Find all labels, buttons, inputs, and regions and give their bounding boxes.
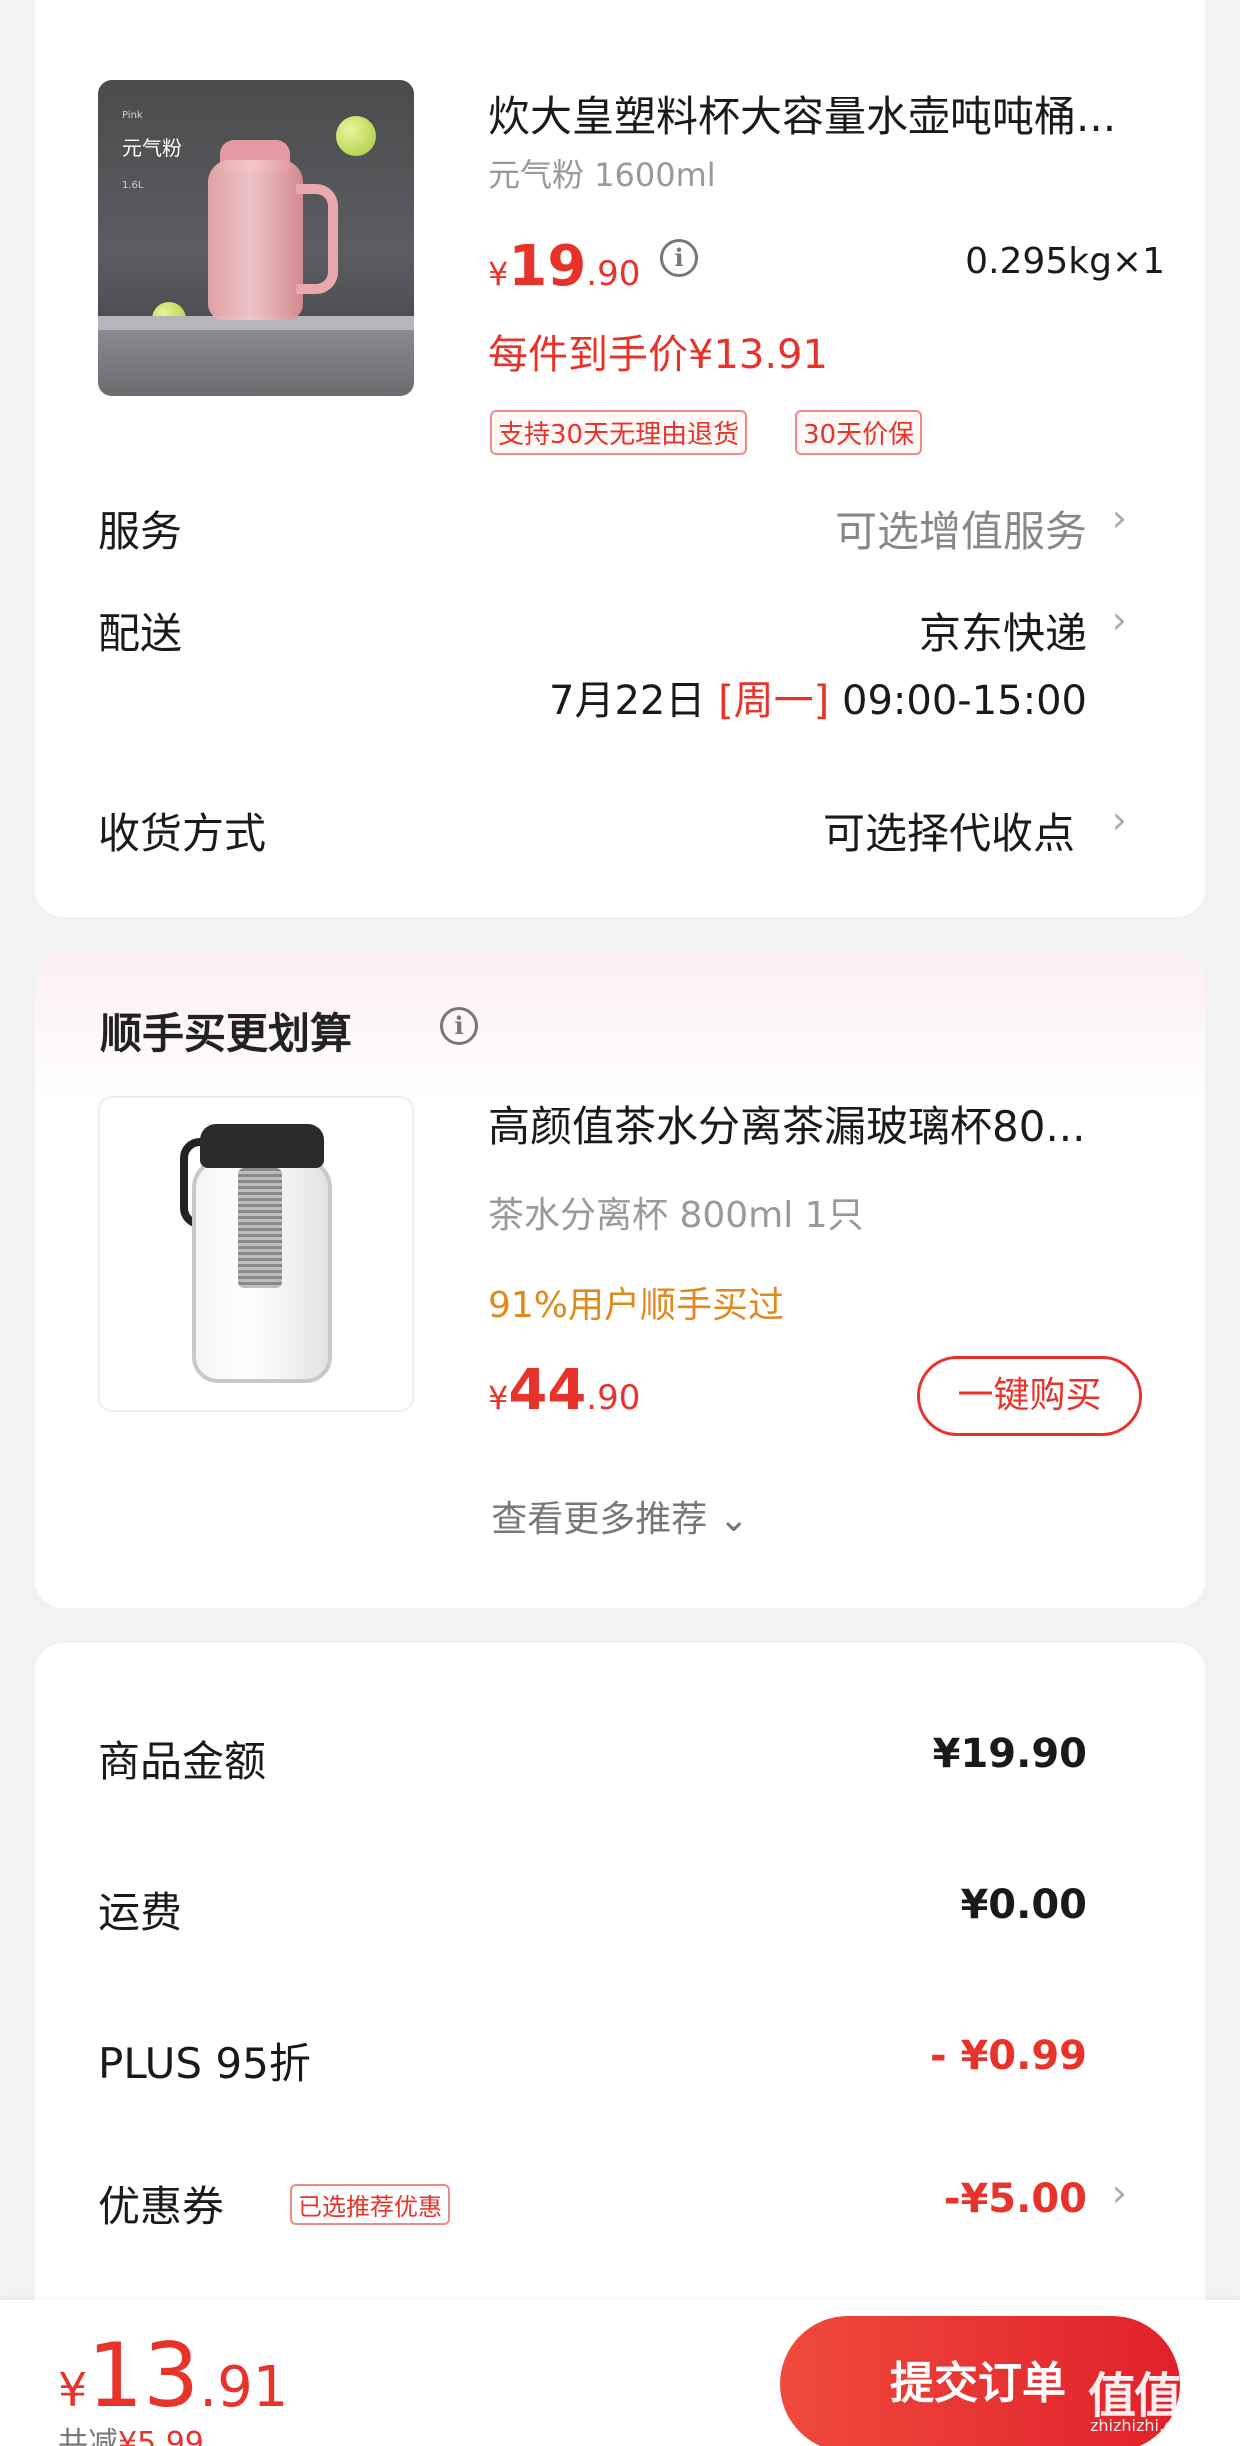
- plus-discount-label: PLUS 95折: [98, 2039, 311, 2088]
- delivery-weekday: [周一]: [718, 678, 830, 724]
- service-value[interactable]: 可选增值服务: [835, 498, 1087, 559]
- price-currency: ¥: [488, 1379, 509, 1417]
- decor-ball: [336, 116, 376, 156]
- weight-quantity: 0.295kg×1: [965, 241, 1165, 282]
- price-info-icon[interactable]: i: [660, 239, 698, 277]
- delivery-hours: 09:00-15:00: [829, 678, 1087, 724]
- recommend-product-spec: 茶水分离杯 800ml 1只: [488, 1195, 864, 1236]
- shipping-value: ¥0.00: [960, 1882, 1087, 1928]
- pedestal: [98, 330, 414, 396]
- chevron-right-icon[interactable]: ›: [1112, 598, 1127, 642]
- return-policy-badge: 支持30天无理由退货: [490, 410, 748, 455]
- order-item-card: Pink 元气粉 1.6L 炊大皇塑料杯大容量水壶吨吨桶... 元气粉 1600…: [35, 0, 1205, 917]
- chevron-right-icon[interactable]: ›: [1112, 2171, 1127, 2215]
- bottle-lid: [200, 1124, 324, 1168]
- recommend-product-image[interactable]: [98, 1096, 414, 1412]
- price-decimal: .90: [586, 254, 641, 294]
- total-integer: 13: [87, 2324, 200, 2427]
- chevron-right-icon[interactable]: ›: [1112, 496, 1127, 540]
- saved-prefix: 共减: [58, 2426, 118, 2446]
- coupon-label: 优惠券: [98, 2182, 225, 2231]
- product-spec: 元气粉 1600ml: [488, 156, 716, 194]
- goods-amount-label: 商品金额: [98, 1737, 267, 1786]
- price-protect-badge: 30天价保: [795, 410, 923, 455]
- price-currency: ¥: [488, 255, 509, 293]
- receive-method-value[interactable]: 可选择代收点: [823, 800, 1075, 861]
- order-total: ¥13.91: [58, 2324, 288, 2427]
- chevron-right-icon[interactable]: ›: [1112, 798, 1127, 842]
- total-saved: 共减¥5.99: [58, 2418, 204, 2446]
- product-image[interactable]: Pink 元气粉 1.6L: [98, 80, 414, 396]
- image-size-label: 1.6L: [122, 180, 144, 191]
- recommend-section-title: 顺手买更划算: [100, 1009, 353, 1058]
- price-integer: 44: [508, 1358, 587, 1423]
- checkout-bar: ¥13.91 共减¥5.99 提交订单: [0, 2300, 1240, 2446]
- receive-method-label: 收货方式: [98, 809, 267, 858]
- product-title[interactable]: 炊大皇塑料杯大容量水壶吨吨桶...: [488, 83, 1178, 144]
- recommend-social-proof: 91%用户顺手买过: [488, 1285, 785, 1326]
- goods-amount-value: ¥19.90: [932, 1731, 1087, 1777]
- image-tag-mini: Pink: [122, 110, 143, 121]
- delivery-time[interactable]: 7月22日 [周一] 09:00-15:00: [549, 668, 1087, 726]
- price-integer: 19: [508, 234, 587, 299]
- total-decimal: .91: [199, 2355, 289, 2420]
- delivery-value[interactable]: 京东快递: [919, 600, 1087, 661]
- delivery-date: 7月22日: [549, 678, 719, 724]
- price-decimal: .90: [586, 1378, 641, 1418]
- one-click-buy-button[interactable]: 一键购买: [917, 1356, 1142, 1436]
- shipping-label: 运费: [98, 1888, 183, 1937]
- recommend-card: 顺手买更划算 i 高颜值茶水分离茶漏玻璃杯80... 茶水分离杯 800ml 1…: [35, 953, 1205, 1608]
- unit-final-price: 每件到手价¥13.91: [488, 332, 828, 378]
- delivery-label: 配送: [98, 609, 183, 658]
- recommend-price: ¥44.90: [488, 1358, 640, 1423]
- service-label: 服务: [98, 507, 183, 556]
- tea-infuser: [238, 1168, 282, 1288]
- product-price: ¥19.90: [488, 234, 640, 299]
- bottle-handle: [296, 184, 338, 294]
- total-currency: ¥: [58, 2363, 88, 2417]
- coupon-recommended-badge: 已选推荐优惠: [290, 2184, 450, 2225]
- plus-discount-value: - ¥0.99: [929, 2033, 1087, 2079]
- image-tag-label: 元气粉: [122, 136, 182, 160]
- coupon-value[interactable]: -¥5.00: [944, 2176, 1087, 2222]
- saved-value: ¥5.99: [118, 2426, 204, 2446]
- recommend-info-icon[interactable]: i: [440, 1007, 478, 1045]
- recommend-product-title[interactable]: 高颜值茶水分离茶漏玻璃杯80...: [488, 1093, 1188, 1154]
- bottle: [208, 160, 303, 320]
- site-watermark-url: zhizhizhi.com: [1090, 2416, 1199, 2435]
- more-recommendations-link[interactable]: 查看更多推荐 ⌄: [35, 1490, 1205, 1542]
